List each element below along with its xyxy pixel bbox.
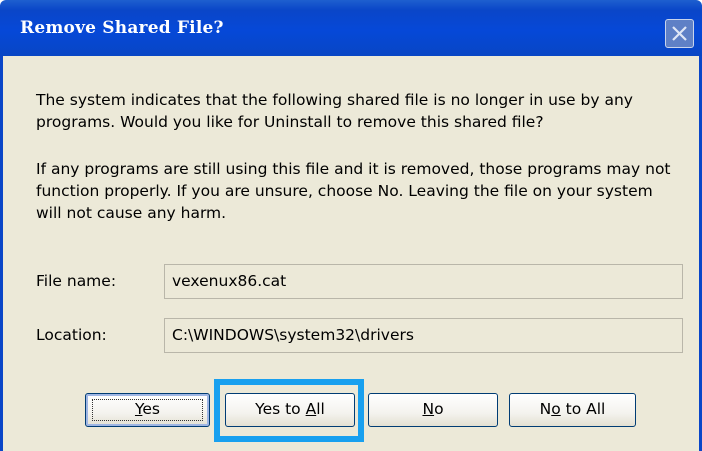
yes-button[interactable]: Yes	[85, 393, 210, 427]
window-title: Remove Shared File?	[20, 18, 224, 38]
no-label: No	[422, 400, 444, 418]
file-name-field: vexenux86.cat	[164, 264, 683, 299]
file-name-label: File name:	[36, 272, 117, 290]
title-bar: Remove Shared File?	[0, 0, 702, 56]
no-to-all-label: No to All	[539, 400, 606, 418]
no-button[interactable]: No	[368, 393, 498, 427]
close-icon	[672, 26, 687, 41]
highlight-box	[214, 379, 364, 442]
focus-indicator	[92, 399, 203, 421]
no-to-all-button[interactable]: No to All	[509, 393, 636, 427]
location-label: Location:	[36, 326, 107, 344]
message-paragraph-2: If any programs are still using this fil…	[36, 160, 671, 222]
location-field: C:\WINDOWS\system32\drivers	[164, 318, 683, 353]
message-paragraph-1: The system indicates that the following …	[36, 91, 633, 131]
close-button[interactable]	[665, 19, 694, 48]
